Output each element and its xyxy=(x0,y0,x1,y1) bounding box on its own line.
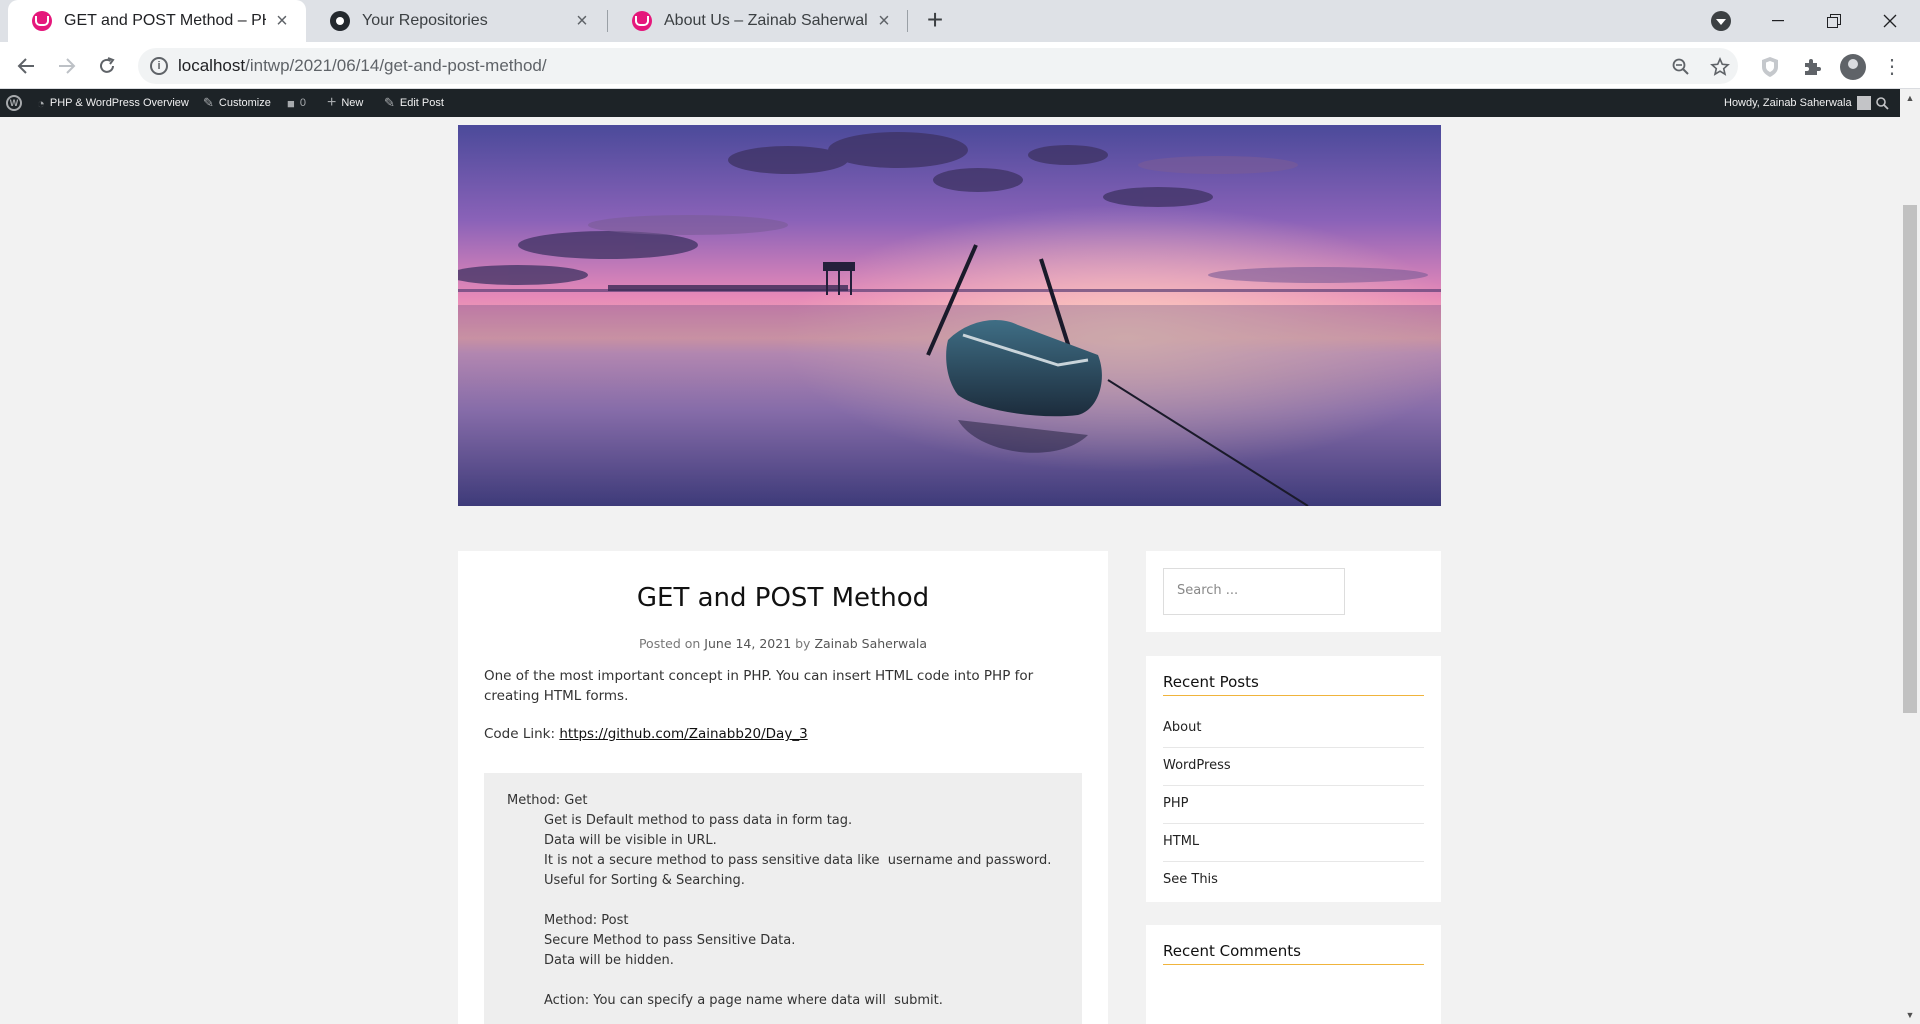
tab-repositories[interactable]: Your Repositories × xyxy=(306,0,606,42)
wp-admin-bar: W ◔ PHP & WordPress Overview ✎ Customize… xyxy=(0,89,1900,117)
code-line: Data will be hidden. xyxy=(544,953,674,968)
code-link-line: Code Link: https://github.com/Zainabb20/… xyxy=(484,726,808,742)
tab-about-us[interactable]: About Us – Zainab Saherwala × xyxy=(608,0,908,42)
tab-search-icon[interactable] xyxy=(1711,11,1731,31)
header-image xyxy=(458,125,1441,506)
post-title: GET and POST Method xyxy=(636,583,930,613)
recent-posts-list: About WordPress PHP HTML See This xyxy=(1163,710,1424,900)
shield-icon[interactable] xyxy=(1757,54,1783,80)
minimize-icon[interactable] xyxy=(1750,0,1806,42)
code-line: Useful for Sorting & Searching. xyxy=(544,873,745,888)
recent-post-link[interactable]: See This xyxy=(1163,862,1424,900)
paintbrush-icon: ✎ xyxy=(203,95,214,110)
post-intro: One of the most important concept in PHP… xyxy=(484,668,1034,704)
by-label: by xyxy=(795,636,811,651)
close-tab-icon[interactable]: × xyxy=(572,10,592,33)
site-name-label: PHP & WordPress Overview xyxy=(49,97,189,109)
github-code-link[interactable]: https://github.com/Zainabb20/Day_3 xyxy=(559,726,807,742)
page-content: GET and POST Method Posted on June 14, 2… xyxy=(0,117,1900,1024)
extensions-puzzle-icon[interactable] xyxy=(1799,54,1825,80)
post-author-link[interactable]: Zainab Saherwala xyxy=(814,636,927,651)
code-gap xyxy=(507,971,1082,991)
scroll-down-arrow-icon[interactable]: ▼ xyxy=(1900,1006,1920,1024)
back-icon[interactable] xyxy=(10,50,42,82)
close-tab-icon[interactable]: × xyxy=(272,10,292,33)
wamp-icon xyxy=(32,11,52,31)
wamp-icon xyxy=(632,11,652,31)
recent-post-link[interactable]: PHP xyxy=(1163,786,1424,824)
comments-count: 0 xyxy=(299,97,306,109)
code-line: Get is Default method to pass data in fo… xyxy=(544,813,853,828)
url-host: localhost xyxy=(178,56,246,75)
code-gap xyxy=(507,891,1082,911)
customize-label: Customize xyxy=(218,97,271,109)
tab-title: GET and POST Method – PHP & W xyxy=(64,12,266,29)
new-tab-button[interactable]: + xyxy=(920,6,950,36)
posted-on-label: Posted on xyxy=(638,636,701,651)
admin-search[interactable] xyxy=(1876,89,1889,117)
code-line: Action: You can specify a page name wher… xyxy=(544,993,943,1008)
forward-icon[interactable] xyxy=(51,50,83,82)
browser-toolbar: i localhost/intwp/2021/06/14/get-and-pos… xyxy=(0,42,1920,89)
scroll-thumb[interactable] xyxy=(1903,205,1917,713)
dashboard-gauge-icon: ◔ xyxy=(37,95,45,111)
recent-posts-widget: Recent Posts About WordPress PHP HTML Se… xyxy=(1146,656,1441,902)
howdy-label: Howdy, Zainab Saherwala xyxy=(1724,97,1852,109)
code-line: Method: Get xyxy=(507,793,588,808)
page-scrollbar[interactable]: ▲ ▼ xyxy=(1900,89,1920,1024)
recent-post-link[interactable]: About xyxy=(1163,710,1424,748)
admin-comments-link[interactable]: ■ 0 xyxy=(287,89,306,117)
tab-get-post[interactable]: GET and POST Method – PHP & W × xyxy=(8,0,306,42)
search-widget: Search ... xyxy=(1146,551,1441,632)
tab-separator xyxy=(907,10,908,32)
recent-comments-widget: Recent Comments xyxy=(1146,925,1441,1024)
reload-icon[interactable] xyxy=(91,50,123,82)
admin-site-name-link[interactable]: ◔ PHP & WordPress Overview xyxy=(37,89,189,117)
post-meta: Posted on June 14, 2021 by Zainab Saherw… xyxy=(458,636,1108,651)
wordpress-logo-icon: W xyxy=(6,95,22,111)
recent-post-link[interactable]: HTML xyxy=(1163,824,1424,862)
code-line: Secure Method to pass Sensitive Data. xyxy=(544,933,796,948)
zoom-icon[interactable] xyxy=(1670,56,1692,78)
sidebar-search-input[interactable]: Search ... xyxy=(1163,568,1345,615)
close-tab-icon[interactable]: × xyxy=(874,10,894,33)
code-line: Method: Post xyxy=(544,913,629,928)
plus-icon: + xyxy=(327,94,337,111)
admin-new-link[interactable]: + New xyxy=(327,89,363,117)
post-card: GET and POST Method Posted on June 14, 2… xyxy=(458,551,1108,1024)
recent-post-link[interactable]: WordPress xyxy=(1163,748,1424,786)
recent-posts-title: Recent Posts xyxy=(1163,673,1424,696)
scroll-up-arrow-icon[interactable]: ▲ xyxy=(1900,89,1920,107)
code-line: It is not a secure method to pass sensit… xyxy=(544,853,1052,868)
comment-bubble-icon: ■ xyxy=(287,95,295,111)
new-label: New xyxy=(341,97,364,109)
site-info-icon[interactable]: i xyxy=(150,57,168,75)
edit-post-label: Edit Post xyxy=(399,97,444,109)
admin-customize-link[interactable]: ✎ Customize xyxy=(203,89,271,117)
bookmark-star-icon[interactable] xyxy=(1709,56,1731,78)
tab-strip: GET and POST Method – PHP & W × Your Rep… xyxy=(0,0,1920,42)
code-block: Method: Get Get is Default method to pas… xyxy=(484,773,1082,1024)
browser-menu-icon[interactable]: ⋮ xyxy=(1882,54,1902,80)
pencil-icon: ✎ xyxy=(384,95,395,110)
search-icon xyxy=(1876,96,1889,110)
admin-edit-post-link[interactable]: ✎ Edit Post xyxy=(384,89,444,117)
restore-icon[interactable] xyxy=(1806,0,1862,42)
code-line: Data will be visible in URL. xyxy=(544,833,717,848)
code-link-label: Code Link: xyxy=(484,726,556,742)
post-date-link[interactable]: June 14, 2021 xyxy=(704,636,791,651)
close-window-icon[interactable] xyxy=(1862,0,1918,42)
profile-avatar-icon[interactable] xyxy=(1840,54,1866,80)
tab-title: Your Repositories xyxy=(362,12,488,29)
admin-account-menu[interactable]: Howdy, Zainab Saherwala xyxy=(1724,89,1871,117)
github-icon xyxy=(330,11,350,31)
wp-logo-menu[interactable]: W xyxy=(6,89,22,117)
url-text: localhost/intwp/2021/06/14/get-and-post-… xyxy=(178,56,547,76)
recent-comments-title: Recent Comments xyxy=(1163,942,1424,965)
tab-title: About Us – Zainab Saherwala xyxy=(664,12,868,29)
address-bar[interactable]: i localhost/intwp/2021/06/14/get-and-pos… xyxy=(138,48,1738,84)
user-avatar-icon xyxy=(1856,96,1871,110)
url-path: /intwp/2021/06/14/get-and-post-method/ xyxy=(245,56,547,75)
